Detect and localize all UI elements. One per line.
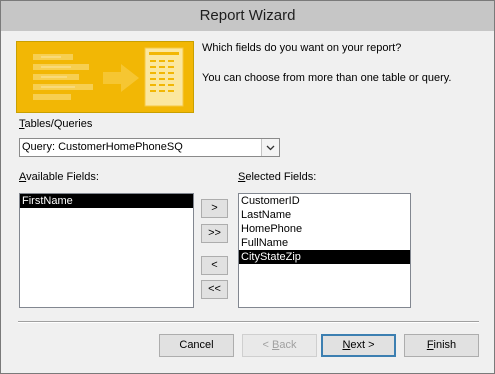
tables-queries-label: Tables/Queries	[19, 118, 92, 130]
available-fields-label: Available Fields:	[19, 171, 99, 183]
cancel-button[interactable]: Cancel	[159, 334, 234, 357]
back-prefix: <	[262, 339, 272, 351]
add-field-button[interactable]: >	[201, 199, 228, 218]
report-illustration-icon	[17, 42, 193, 112]
list-item[interactable]: CityStateZip	[239, 250, 410, 264]
selected-fields-label: Selected Fields:	[238, 171, 316, 183]
tables-label-text: ables/Queries	[24, 118, 93, 130]
window-title: Report Wizard	[199, 7, 296, 24]
remove-all-fields-button[interactable]: <<	[201, 280, 228, 299]
next-label: ext >	[350, 339, 375, 351]
report-wizard-window: Report Wizard Which fields do you want o…	[0, 0, 495, 374]
wizard-banner-image	[16, 41, 194, 113]
list-item[interactable]: LastName	[239, 208, 410, 222]
wizard-hint: You can choose from more than one table …	[202, 72, 452, 84]
finish-label: inish	[433, 339, 457, 351]
title-bar[interactable]: Report Wizard	[1, 1, 494, 31]
chevron-down-icon	[266, 145, 275, 151]
list-item[interactable]: HomePhone	[239, 222, 410, 236]
list-item[interactable]: CustomerID	[239, 194, 410, 208]
dropdown-button[interactable]	[261, 139, 279, 156]
add-all-fields-button[interactable]: >>	[201, 224, 228, 243]
selected-label-text: elected Fields:	[245, 171, 317, 183]
remove-field-button[interactable]: <	[201, 256, 228, 275]
finish-button[interactable]: Finish	[404, 334, 479, 357]
selected-fields-list[interactable]: CustomerID LastName HomePhone FullName CityS…	[238, 193, 411, 308]
back-label: ack	[279, 339, 297, 351]
tables-queries-value: Query: CustomerHomePhoneSQ	[22, 141, 183, 153]
list-item[interactable]: FirstName	[20, 194, 193, 208]
back-button[interactable]: < Back	[242, 334, 317, 357]
list-item[interactable]: FullName	[239, 236, 410, 250]
tables-queries-dropdown[interactable]: Query: CustomerHomePhoneSQ	[19, 138, 280, 157]
available-fields-list[interactable]: FirstName	[19, 193, 194, 308]
available-label-text: vailable Fields:	[26, 171, 99, 183]
finish-mnemonic: F	[426, 339, 434, 351]
footer-divider	[18, 321, 479, 323]
next-button[interactable]: Next >	[321, 334, 396, 357]
wizard-question: Which fields do you want on your report?	[202, 42, 402, 54]
